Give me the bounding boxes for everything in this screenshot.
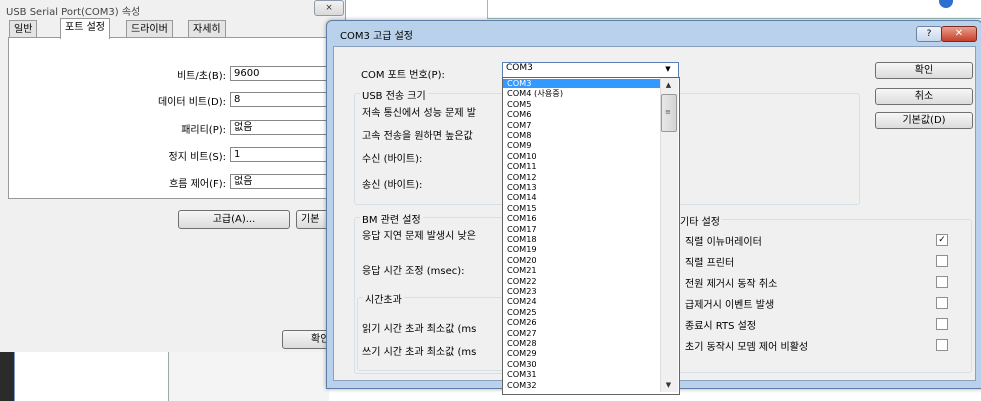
com-port-option[interactable]: COM20 <box>503 256 667 265</box>
com-port-option[interactable]: COM13 <box>503 183 667 192</box>
misc-option-label: 초기 동작시 모뎀 제어 비활성 <box>685 342 809 353</box>
latency-timer-label: 응답 시간 조정 (msec): <box>362 266 465 277</box>
com-port-label: COM 포트 번호(P): <box>361 70 445 81</box>
flow-control-select[interactable]: 없음 <box>230 174 335 189</box>
com-port-option[interactable]: COM5 <box>503 100 667 109</box>
com-port-option[interactable]: COM26 <box>503 318 667 327</box>
com-port-option[interactable]: COM25 <box>503 308 667 317</box>
tab-details[interactable]: 자세히 <box>188 20 226 38</box>
usb-transfer-group-title: USB 전송 크기 <box>360 87 428 102</box>
scroll-up-icon[interactable]: ▲ <box>661 79 676 91</box>
grip-icon: ≡ <box>665 108 671 116</box>
misc-option-label: 종료시 RTS 설정 <box>685 321 757 332</box>
bits-per-second-label: 비트/초(B): <box>176 71 226 82</box>
misc-option-label: 직렬 프린터 <box>685 258 735 269</box>
com-port-option[interactable]: COM18 <box>503 235 667 244</box>
chevron-down-icon[interactable]: ▼ <box>663 64 673 74</box>
usb-info-line-2: 고속 전송을 원하면 높은값 <box>362 131 473 142</box>
misc-option-label: 직렬 이뉴머레이터 <box>685 237 762 248</box>
com-port-option[interactable]: COM11 <box>503 162 667 171</box>
com-port-option[interactable]: COM30 <box>503 360 667 369</box>
close-button[interactable]: ✕ <box>941 26 977 42</box>
stop-bits-select[interactable]: 1 <box>230 147 335 162</box>
close-button[interactable]: ⨯ <box>314 0 344 16</box>
com-port-dropdown-list: COM3 COM4 (사용중) COM5 COM6 COM7 COM8 COM9 COM10 C… <box>502 77 680 395</box>
close-icon: ⨯ <box>325 3 333 13</box>
help-icon: ? <box>926 29 932 39</box>
misc-option-checkbox[interactable] <box>936 318 948 330</box>
misc-option-checkbox[interactable]: ✓ <box>936 234 948 246</box>
background-window <box>487 0 981 19</box>
com-port-option[interactable]: COM12 <box>503 172 667 182</box>
tab-driver[interactable]: 드라이버 <box>126 20 173 38</box>
defaults-button[interactable]: 기본값(D) <box>875 112 973 129</box>
background-panel <box>14 352 165 401</box>
parity-select[interactable]: 없음 <box>230 120 335 135</box>
receive-bytes-label: 수신 (바이트): <box>362 154 423 165</box>
misc-option-checkbox[interactable] <box>936 339 948 351</box>
scroll-down-icon[interactable]: ▼ <box>661 379 676 391</box>
com-port-option[interactable]: COM10 <box>503 152 667 161</box>
bm-settings-group-title: BM 관련 설정 <box>360 211 423 226</box>
com-port-option[interactable]: COM9 <box>503 141 667 150</box>
com-port-option[interactable]: COM3 <box>503 79 667 88</box>
parity-label: 패리티(P): <box>181 125 226 136</box>
com-port-option[interactable]: COM7 <box>503 120 667 130</box>
com-port-option[interactable]: COM16 <box>503 214 667 223</box>
tab-port-settings[interactable]: 포트 설정 <box>60 18 110 39</box>
flow-control-label: 흐름 제어(F): <box>169 179 226 190</box>
com-port-option[interactable]: COM4 (사용중) <box>503 89 667 98</box>
com-port-option[interactable]: COM17 <box>503 224 667 234</box>
com-port-option[interactable]: COM6 <box>503 110 667 119</box>
write-timeout-label: 쓰기 시간 초과 최소값 (ms <box>362 347 477 358</box>
misc-option-label: 급제거시 이벤트 발생 <box>685 300 775 311</box>
misc-settings-group-title: 기타 설정 <box>678 213 722 228</box>
com-port-option[interactable]: COM15 <box>503 204 667 213</box>
com-port-option[interactable]: COM8 <box>503 131 667 140</box>
com-port-option[interactable]: COM14 <box>503 193 667 202</box>
com-port-option[interactable]: COM29 <box>503 349 667 358</box>
stop-bits-label: 정지 비트(S): <box>168 152 227 163</box>
data-bits-select[interactable]: 8 <box>230 92 335 107</box>
com-port-option[interactable]: COM21 <box>503 266 667 275</box>
com-port-option[interactable]: COM24 <box>503 297 667 306</box>
com-port-combo-value: COM3 <box>506 63 533 73</box>
cancel-button[interactable]: 취소 <box>875 88 973 105</box>
help-button[interactable]: ? <box>916 26 942 42</box>
com-port-option[interactable]: COM22 <box>503 276 667 286</box>
background-panel-2 <box>168 352 329 401</box>
bm-info-line: 응답 지연 문제 발생시 낮은 <box>362 231 476 242</box>
com-port-option[interactable]: COM31 <box>503 370 667 379</box>
tab-general[interactable]: 일반 <box>9 20 38 38</box>
ok-button[interactable]: 확인 <box>875 62 973 79</box>
com-port-option[interactable]: COM28 <box>503 339 667 348</box>
bits-per-second-select[interactable]: 9600 <box>230 66 335 81</box>
misc-option-checkbox[interactable] <box>936 255 948 267</box>
com-port-option[interactable]: COM23 <box>503 287 667 296</box>
send-bytes-label: 송신 (바이트): <box>362 180 423 191</box>
timeouts-group-title: 시간초과 <box>363 291 404 306</box>
com-port-option[interactable]: COM32 <box>503 380 667 390</box>
misc-option-checkbox[interactable] <box>936 297 948 309</box>
usb-info-line-1: 저속 통신에서 성능 문제 발 <box>362 108 476 119</box>
desktop-strip <box>0 352 14 401</box>
read-timeout-label: 읽기 시간 초과 최소값 (ms <box>362 324 477 335</box>
properties-dialog-title: USB Serial Port(COM3) 속성 <box>6 7 141 18</box>
data-bits-label: 데이터 비트(D): <box>157 97 226 108</box>
com-port-option[interactable]: COM27 <box>503 328 667 338</box>
check-icon: ✓ <box>938 235 946 245</box>
misc-option-label: 전원 제거시 동작 취소 <box>685 279 778 290</box>
close-icon: ✕ <box>954 28 964 39</box>
advanced-dialog-title: COM3 고급 설정 <box>340 31 414 42</box>
advanced-button[interactable]: 고급(A)... <box>178 210 290 229</box>
com-port-option[interactable]: COM19 <box>503 245 667 254</box>
misc-option-checkbox[interactable] <box>936 276 948 288</box>
